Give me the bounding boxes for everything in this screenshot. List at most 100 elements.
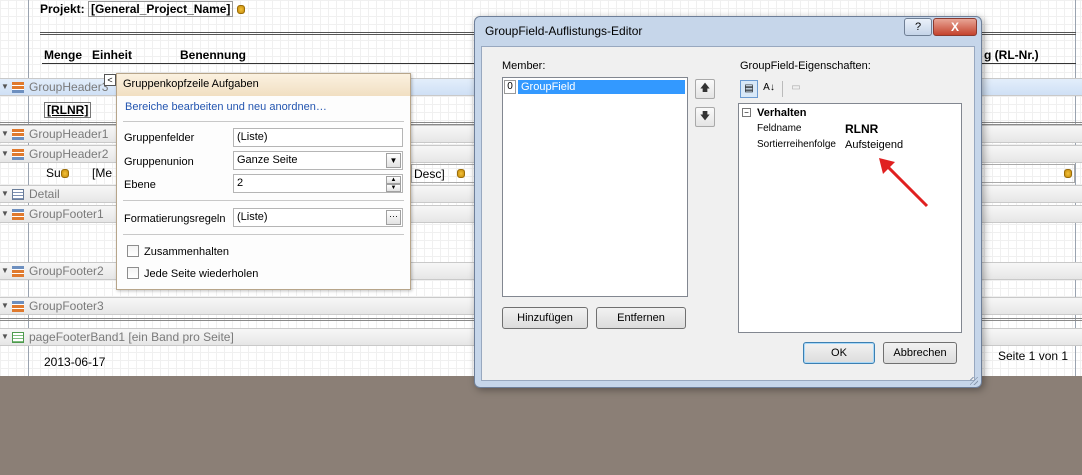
divider [123,200,404,201]
gruppenfelder-field[interactable]: (Liste) [233,128,403,147]
properties-label: GroupField-Eigenschaften: [740,60,871,72]
projekt-field[interactable]: [General_Project_Name] [88,1,234,17]
collapse-triangle-icon[interactable]: ▼ [1,146,9,162]
page-footer-icon [12,332,24,343]
collapse-triangle-icon[interactable]: ▼ [1,126,9,142]
collapse-triangle-icon[interactable]: ▼ [1,263,9,279]
jede-seite-checkbox[interactable] [127,267,139,279]
ebene-stepper[interactable]: 2 ▲ ▼ [233,174,403,193]
jede-seite-label: Jede Seite wiederholen [144,268,259,280]
groupfield-collection-editor-dialog: GroupField-Auflistungs-Editor ? X Member… [474,16,982,388]
help-button[interactable]: ? [904,18,932,36]
group-header-icon [12,129,24,140]
property-value[interactable]: RLNR [845,121,878,137]
edit-bands-link[interactable]: Bereiche bearbeiten und neu anordnen… [125,101,327,113]
column-benennung[interactable]: Benennung [180,48,246,62]
rlnr-field[interactable]: [RLNR] [44,102,92,118]
cancel-button[interactable]: Abbrechen [883,342,957,364]
group-footer-icon [12,266,24,277]
close-button[interactable]: X [933,18,977,36]
formatierungsregeln-field[interactable]: (Liste) ··· [233,208,403,227]
gruppenunion-label: Gruppenunion [124,156,194,168]
projekt-label: Projekt: [40,2,85,16]
collapse-triangle-icon[interactable]: ▼ [1,79,9,95]
band-label: GroupHeader1 [29,127,109,141]
collapse-minus-icon[interactable]: − [742,108,751,117]
panel-title: Gruppenkopfzeile Aufgaben [117,74,410,96]
band-label: GroupFooter1 [29,207,104,221]
band-label: pageFooterBand1 [ein Band pro Seite] [29,330,234,344]
collapse-triangle-icon[interactable]: ▼ [1,206,9,222]
detail-band-icon [12,189,24,200]
group-footer-icon [12,301,24,312]
member-item-label: GroupField [518,80,685,94]
zusammenhalten-checkbox[interactable] [127,245,139,257]
ok-button[interactable]: OK [803,342,875,364]
formatierungsregeln-label: Formatierungsregeln [124,213,226,225]
arrow-up-icon: 🡅 [699,83,711,94]
gruppenunion-select[interactable]: Ganze Seite ▼ [233,151,403,170]
categorized-view-icon[interactable]: ▤ [740,80,758,98]
property-value[interactable]: Aufsteigend [845,137,903,153]
database-field-icon [1064,169,1072,178]
member-index: 0 [504,80,516,94]
member-list[interactable]: 0 GroupField [502,77,688,297]
database-field-icon [60,169,69,179]
gruppenunion-value: Ganze Seite [237,154,298,166]
group-footer-icon [12,209,24,220]
band-label: GroupFooter3 [29,299,104,313]
add-button[interactable]: Hinzufügen [502,307,588,329]
column-rl-nr[interactable]: g (RL-Nr.) [984,48,1039,62]
chevron-down-icon[interactable]: ▼ [386,153,401,168]
zusammenhalten-label: Zusammenhalten [144,246,229,258]
collapse-panel-icon[interactable]: < [104,74,116,86]
projekt-row[interactable]: Projekt: [General_Project_Name] [40,1,245,17]
group-header-tasks-panel: < Gruppenkopfzeile Aufgaben Bereiche bea… [104,73,411,290]
footer-date[interactable]: 2013-06-17 [44,355,105,369]
band-label: Detail [29,187,60,201]
ebene-label: Ebene [124,179,156,191]
divider [123,234,404,235]
property-pages-icon[interactable]: ▭ [787,80,805,98]
group-header-icon [12,82,24,93]
property-row[interactable]: Feldname RLNR [739,121,960,137]
property-name: Feldname [757,123,802,134]
spin-up-icon[interactable]: ▲ [386,176,401,184]
red-arrow-annotation [879,158,929,208]
collapse-triangle-icon[interactable]: ▼ [1,186,9,202]
row-me-field[interactable]: [Me [92,166,112,180]
group-header-icon [12,149,24,160]
column-einheit[interactable]: Einheit [92,48,132,62]
database-field-icon [457,169,465,178]
property-row[interactable]: Sortierreihenfolge Aufsteigend [739,137,960,153]
category-row[interactable]: − Verhalten [739,105,960,121]
remove-button[interactable]: Entfernen [596,307,686,329]
dialog-body: Member: 0 GroupField 🡅 🡇 GroupField-Eige… [481,46,975,381]
column-menge[interactable]: Menge [44,48,82,62]
gruppenfelder-label: Gruppenfelder [124,132,195,144]
band-label: GroupHeader3 [29,80,109,94]
alphabetical-sort-icon[interactable]: A↓ [760,80,778,98]
ellipsis-icon[interactable]: ··· [386,210,401,225]
collapse-triangle-icon[interactable]: ▼ [1,298,9,314]
row-sum[interactable]: Su [46,166,69,180]
list-item[interactable]: 0 GroupField [504,80,686,94]
ebene-value: 2 [237,177,244,189]
move-up-button[interactable]: 🡅 [695,79,715,99]
gruppenfelder-value: (Liste) [237,131,268,143]
divider [123,121,404,122]
property-grid[interactable]: − Verhalten Feldname RLNR Sortierreihenf… [738,103,962,333]
spin-down-icon[interactable]: ▼ [386,184,401,192]
move-down-button[interactable]: 🡇 [695,107,715,127]
property-name: Sortierreihenfolge [757,139,836,150]
arrow-down-icon: 🡇 [699,111,711,122]
resize-grip-icon[interactable] [970,377,978,385]
footer-page-number[interactable]: Seite 1 von 1 [998,349,1068,363]
band-label: GroupHeader2 [29,147,109,161]
collapse-triangle-icon[interactable]: ▼ [1,329,9,345]
dialog-title: GroupField-Auflistungs-Editor [485,24,643,38]
member-label: Member: [502,60,546,72]
sum-text: Su [46,166,61,180]
desc-field: Desc] [414,167,445,181]
band-label: GroupFooter2 [29,264,104,278]
